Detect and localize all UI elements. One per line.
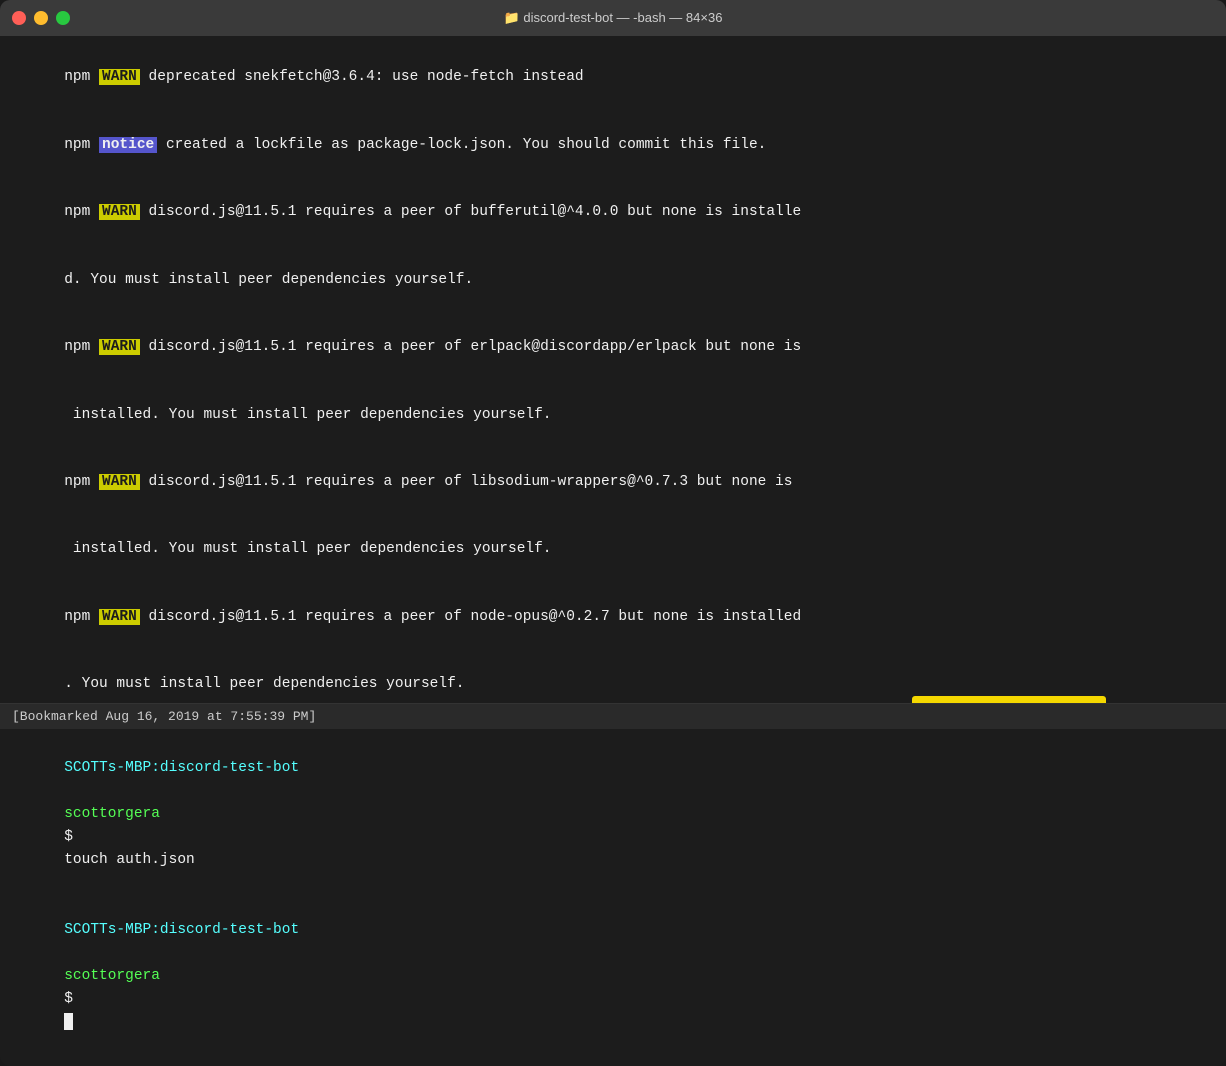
terminal-line: npm WARN discord.js@11.5.1 requires a pe… xyxy=(12,583,1214,650)
titlebar: 📁 discord-test-bot — -bash — 84×36 xyxy=(0,0,1226,36)
npm-label: npm xyxy=(64,609,99,625)
warn-badge: WARN xyxy=(99,609,140,625)
folder-icon: 📁 xyxy=(504,10,520,25)
prompt-dollar-2: $ xyxy=(64,991,81,1007)
close-button[interactable] xyxy=(12,11,26,25)
prompt-dollar-1: $ xyxy=(64,829,81,845)
npm-label: npm xyxy=(64,339,99,355)
prompt-path-1: SCOTTs-MBP:discord-test-bot xyxy=(64,760,299,776)
npm-label: npm xyxy=(64,137,99,153)
traffic-lights xyxy=(12,11,70,25)
bookmark-status: [Bookmarked Aug 16, 2019 at 7:55:39 PM] xyxy=(12,709,316,724)
prompt-user-2: scottorgera xyxy=(64,968,160,984)
prompt-line-2: SCOTTs-MBP:discord-test-bot scottorgera … xyxy=(12,896,1214,1058)
terminal-line: d. You must install peer dependencies yo… xyxy=(12,246,1214,313)
warn-badge: WARN xyxy=(99,474,140,490)
prompt-line-1: SCOTTs-MBP:discord-test-bot scottorgera … xyxy=(12,733,1214,895)
terminal-line: npm WARN discord.js@11.5.1 requires a pe… xyxy=(12,448,1214,515)
terminal-line: npm notice created a lockfile as package… xyxy=(12,111,1214,178)
cursor xyxy=(64,1013,73,1030)
maximize-button[interactable] xyxy=(56,11,70,25)
terminal-line: npm WARN deprecated snekfetch@3.6.4: use… xyxy=(12,44,1214,111)
annotation-label: touch auth.json xyxy=(912,696,1106,703)
terminal-line: npm WARN discord.js@11.5.1 requires a pe… xyxy=(12,314,1214,381)
prompt-cmd-1: touch auth.json xyxy=(64,852,195,868)
npm-label: npm xyxy=(64,204,99,220)
prompt-user-1: scottorgera xyxy=(64,806,160,822)
terminal-body[interactable]: npm WARN deprecated snekfetch@3.6.4: use… xyxy=(0,36,1226,703)
warn-badge: WARN xyxy=(99,339,140,355)
terminal-line: npm WARN discord.js@11.5.1 requires a pe… xyxy=(12,179,1214,246)
npm-label: npm xyxy=(64,474,99,490)
notice-badge: notice xyxy=(99,137,157,153)
terminal-line: installed. You must install peer depende… xyxy=(12,516,1214,583)
npm-label: npm xyxy=(64,69,99,85)
minimize-button[interactable] xyxy=(34,11,48,25)
terminal-line: installed. You must install peer depende… xyxy=(12,381,1214,448)
warn-badge: WARN xyxy=(99,204,140,220)
status-bar: [Bookmarked Aug 16, 2019 at 7:55:39 PM] xyxy=(0,703,1226,729)
terminal-window: 📁 discord-test-bot — -bash — 84×36 npm W… xyxy=(0,0,1226,1066)
bottom-bar: SCOTTs-MBP:discord-test-bot scottorgera … xyxy=(0,729,1226,1066)
window-title: 📁 discord-test-bot — -bash — 84×36 xyxy=(504,10,723,26)
warn-badge: WARN xyxy=(99,69,140,85)
prompt-path-2: SCOTTs-MBP:discord-test-bot xyxy=(64,922,299,938)
